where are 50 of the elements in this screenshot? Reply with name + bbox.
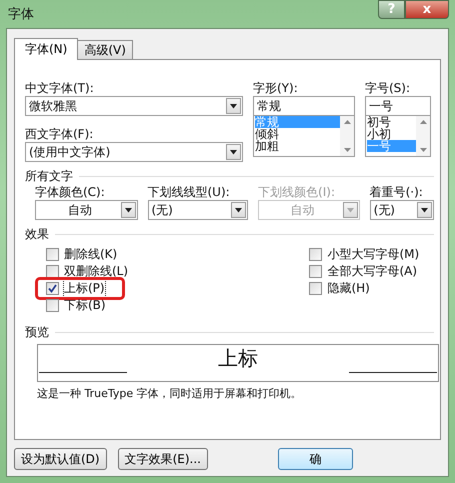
checkbox[interactable] bbox=[46, 282, 59, 295]
list-item[interactable]: 加粗 bbox=[255, 140, 340, 152]
checkbox-label[interactable]: 双删除线(L) bbox=[64, 263, 128, 280]
preview-text: 上标 bbox=[218, 347, 258, 372]
checkbox-label[interactable]: 全部大写字母(A) bbox=[327, 263, 418, 280]
field-label: 中文字体(T): bbox=[25, 80, 95, 96]
scroll-down-icon[interactable] bbox=[344, 148, 350, 152]
section-heading: 效果 bbox=[25, 226, 49, 242]
scroll-up-icon[interactable] bbox=[420, 120, 426, 124]
dialog-button[interactable]: 确 bbox=[278, 448, 353, 470]
checkbox[interactable] bbox=[46, 265, 59, 278]
field-label: 字形(Y): bbox=[253, 80, 299, 96]
checkbox-label[interactable]: 下标(B) bbox=[64, 297, 106, 314]
dropdown[interactable]: (无) bbox=[370, 200, 434, 220]
style-field[interactable]: 常规 bbox=[253, 96, 355, 116]
scrollbar[interactable] bbox=[416, 116, 430, 156]
field-label: 字号(S): bbox=[365, 80, 412, 96]
checkbox[interactable] bbox=[46, 248, 59, 261]
checkbox-label[interactable]: 上标(P) bbox=[64, 280, 105, 297]
field-label: 下划线线型(U): bbox=[148, 184, 231, 200]
font-note: 这是一种 TrueType 字体，同时适用于屏幕和打印机。 bbox=[37, 386, 303, 401]
scroll-up-icon[interactable] bbox=[344, 120, 350, 124]
checkbox-label[interactable]: 删除线(K) bbox=[64, 246, 118, 263]
font-dropdown[interactable]: (使用中文字体) bbox=[25, 142, 243, 162]
dropdown[interactable]: (无) bbox=[148, 200, 248, 220]
section-heading: 预览 bbox=[25, 324, 49, 340]
field-label: 着重号(·): bbox=[370, 184, 424, 200]
size-field[interactable]: 一号 bbox=[365, 96, 431, 116]
tab[interactable]: 高级(V) bbox=[77, 40, 133, 59]
checkbox-label[interactable]: 小型大写字母(M) bbox=[327, 246, 420, 263]
scroll-down-icon[interactable] bbox=[420, 148, 426, 152]
checkbox[interactable] bbox=[309, 282, 322, 295]
checkbox[interactable] bbox=[309, 265, 322, 278]
checkbox[interactable] bbox=[46, 299, 59, 312]
field-label: 下划线颜色(I): bbox=[258, 184, 336, 200]
window-title: 字体 bbox=[7, 6, 34, 23]
checkbox-label[interactable]: 隐藏(H) bbox=[327, 280, 370, 297]
section-heading: 所有文字 bbox=[25, 168, 73, 184]
list-item[interactable]: 初号 bbox=[367, 116, 416, 128]
checkbox[interactable] bbox=[309, 248, 322, 261]
scrollbar[interactable] bbox=[340, 116, 354, 156]
tab[interactable]: 字体(N) bbox=[14, 38, 78, 60]
list-item[interactable]: 倾斜 bbox=[255, 128, 340, 140]
dropdown[interactable]: 自动 bbox=[35, 200, 138, 220]
dialog-button[interactable]: 设为默认值(D) bbox=[14, 448, 107, 470]
font-dropdown[interactable]: 微软雅黑 bbox=[25, 96, 243, 116]
field-label: 字体颜色(C): bbox=[35, 184, 106, 200]
field-label: 西文字体(F): bbox=[25, 126, 94, 142]
dialog-button[interactable]: 文字效果(E)... bbox=[118, 448, 208, 470]
list-item[interactable]: 小初 bbox=[367, 128, 416, 140]
